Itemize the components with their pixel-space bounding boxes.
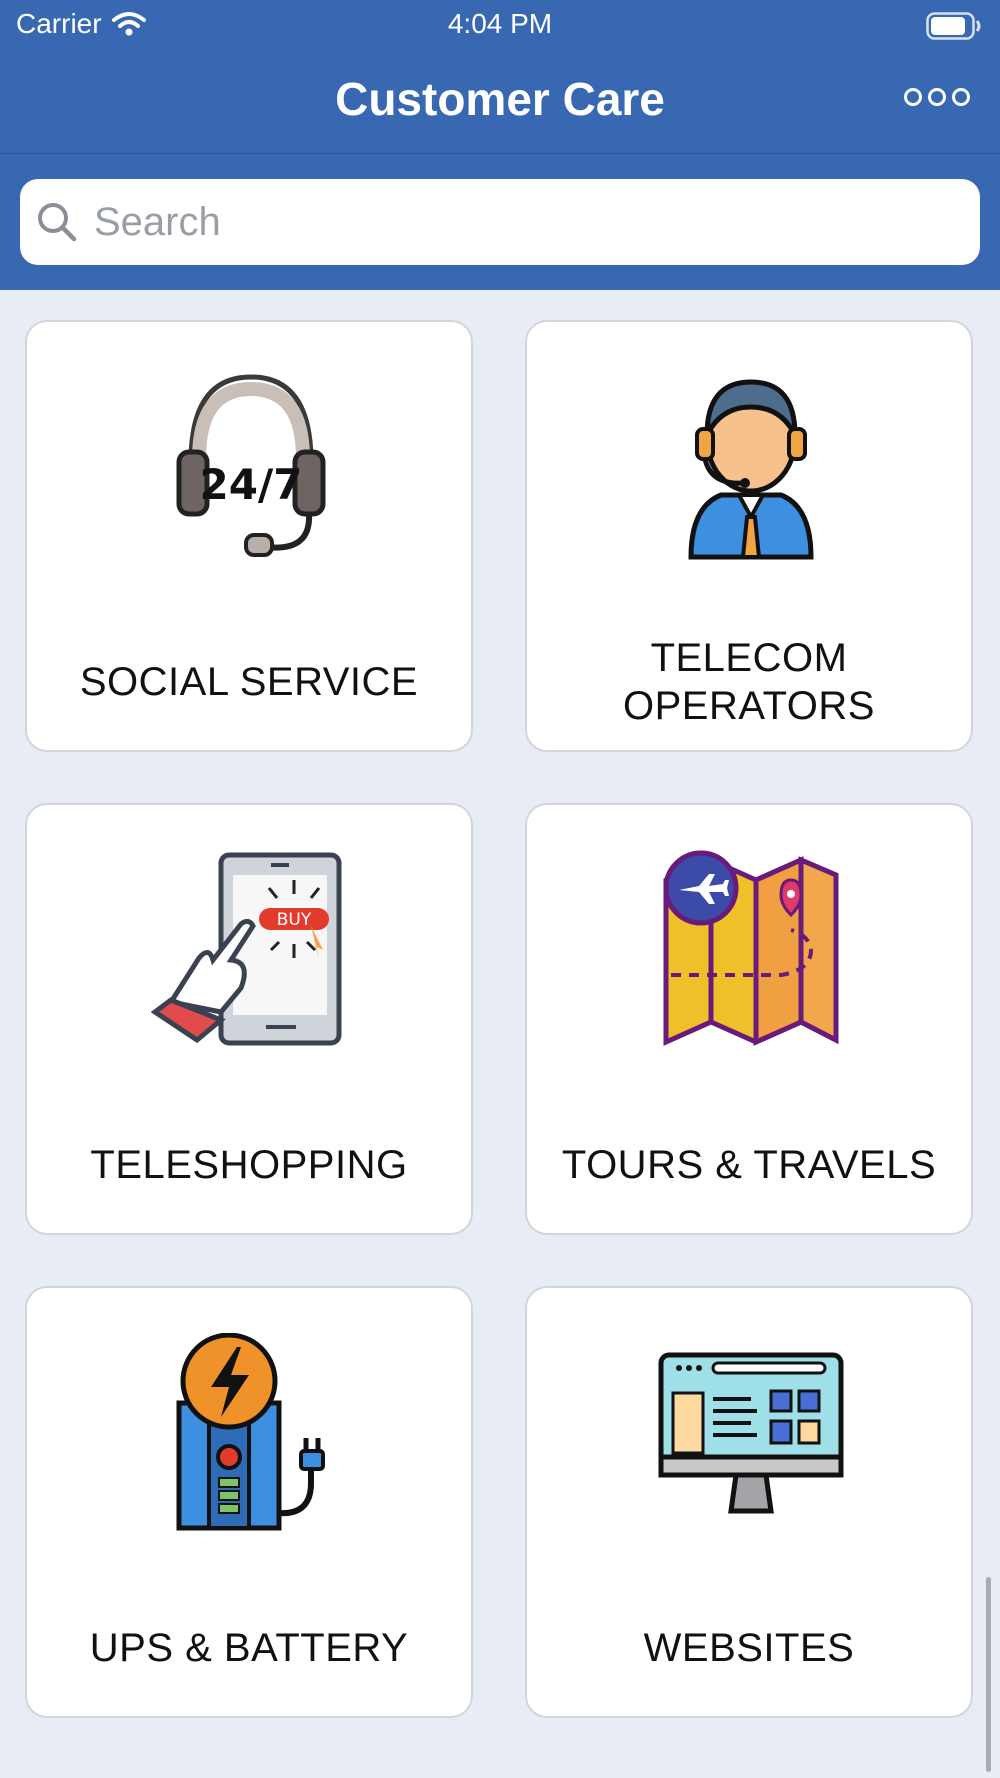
support-agent-icon (688, 379, 814, 560)
svg-text:24/7: 24/7 (199, 460, 302, 509)
category-label: TOURS & TRAVELS (561, 1143, 937, 1187)
category-card-websites[interactable]: WEBSITES (525, 1286, 973, 1718)
more-icon[interactable] (904, 88, 970, 106)
website-monitor-icon (658, 1352, 844, 1514)
status-time: 4:04 PM (447, 8, 553, 39)
category-card-ups-battery[interactable]: UPS & BATTERY (25, 1286, 473, 1718)
headset-24-7-icon: 24/7 (176, 374, 326, 557)
search-icon (38, 203, 77, 242)
category-card-teleshopping[interactable]: BUY TELESHOPPING (25, 803, 473, 1235)
category-label: WEBSITES (643, 1626, 855, 1670)
scrollbar[interactable] (986, 1577, 991, 1772)
more-dot (952, 88, 970, 106)
category-label: TELECOM OPERATORS (623, 636, 875, 728)
search-bar[interactable] (20, 179, 980, 265)
page-title: Customer Care (335, 73, 665, 125)
tablet-buy-icon: BUY (151, 852, 342, 1046)
battery-icon (926, 12, 981, 40)
search-input[interactable] (92, 198, 946, 246)
travel-map-icon (663, 850, 839, 1046)
category-card-social-service[interactable]: 24/7 SOCIAL SERVICE (25, 320, 473, 752)
category-card-tours-travels[interactable]: TOURS & TRAVELS (525, 803, 973, 1235)
category-card-telecom-operators[interactable]: TELECOM OPERATORS (525, 320, 973, 752)
svg-text:BUY: BUY (277, 910, 312, 930)
category-label: TELESHOPPING (90, 1143, 408, 1187)
category-label: UPS & BATTERY (89, 1626, 409, 1670)
status-bar: Carrier 4:04 PM (0, 0, 1000, 52)
more-dot (928, 88, 946, 106)
more-dot (904, 88, 922, 106)
nav-divider (0, 153, 1000, 154)
ups-battery-icon (176, 1333, 325, 1531)
header-bar: Carrier 4:04 PM Customer Care (0, 0, 1000, 290)
category-label: SOCIAL SERVICE (79, 660, 419, 704)
